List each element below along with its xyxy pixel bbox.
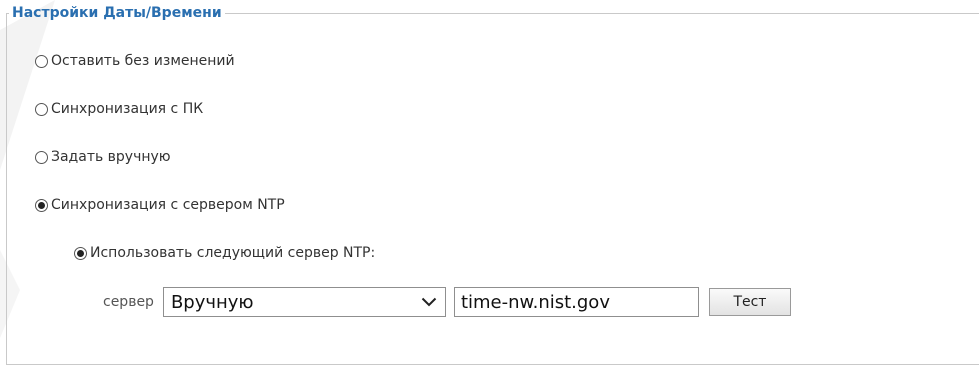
ntp-server-row: сервер Вручную Тест <box>103 287 791 317</box>
option-sync-ntp-label: Синхронизация с сервером NTP <box>51 197 285 213</box>
server-select[interactable]: Вручную <box>162 287 446 317</box>
radio-sync-pc[interactable] <box>35 102 48 116</box>
option-sync-pc-label: Синхронизация с ПК <box>51 101 204 117</box>
radio-use-ntp-server[interactable] <box>74 246 87 260</box>
server-select-value: Вручную <box>170 291 254 313</box>
radio-keep-unchanged[interactable] <box>35 54 48 68</box>
radio-manual[interactable] <box>35 150 48 164</box>
option-sync-pc[interactable]: Синхронизация с ПК <box>35 101 203 117</box>
option-manual-label: Задать вручную <box>51 149 171 165</box>
option-use-ntp-server[interactable]: Использовать следующий сервер NTP: <box>74 245 375 261</box>
option-use-ntp-server-label: Использовать следующий сервер NTP: <box>90 245 376 261</box>
server-address-input[interactable] <box>453 287 699 317</box>
option-sync-ntp[interactable]: Синхронизация с сервером NTP <box>35 197 285 213</box>
option-keep-unchanged-label: Оставить без изменений <box>51 53 235 69</box>
option-keep-unchanged[interactable]: Оставить без изменений <box>35 53 235 69</box>
radio-sync-ntp[interactable] <box>35 198 48 212</box>
section-title: Настройки Даты/Времени <box>12 5 222 21</box>
option-manual[interactable]: Задать вручную <box>35 149 171 165</box>
server-label: сервер <box>103 294 154 310</box>
chevron-down-icon <box>421 297 437 307</box>
test-button[interactable]: Тест <box>708 288 791 316</box>
